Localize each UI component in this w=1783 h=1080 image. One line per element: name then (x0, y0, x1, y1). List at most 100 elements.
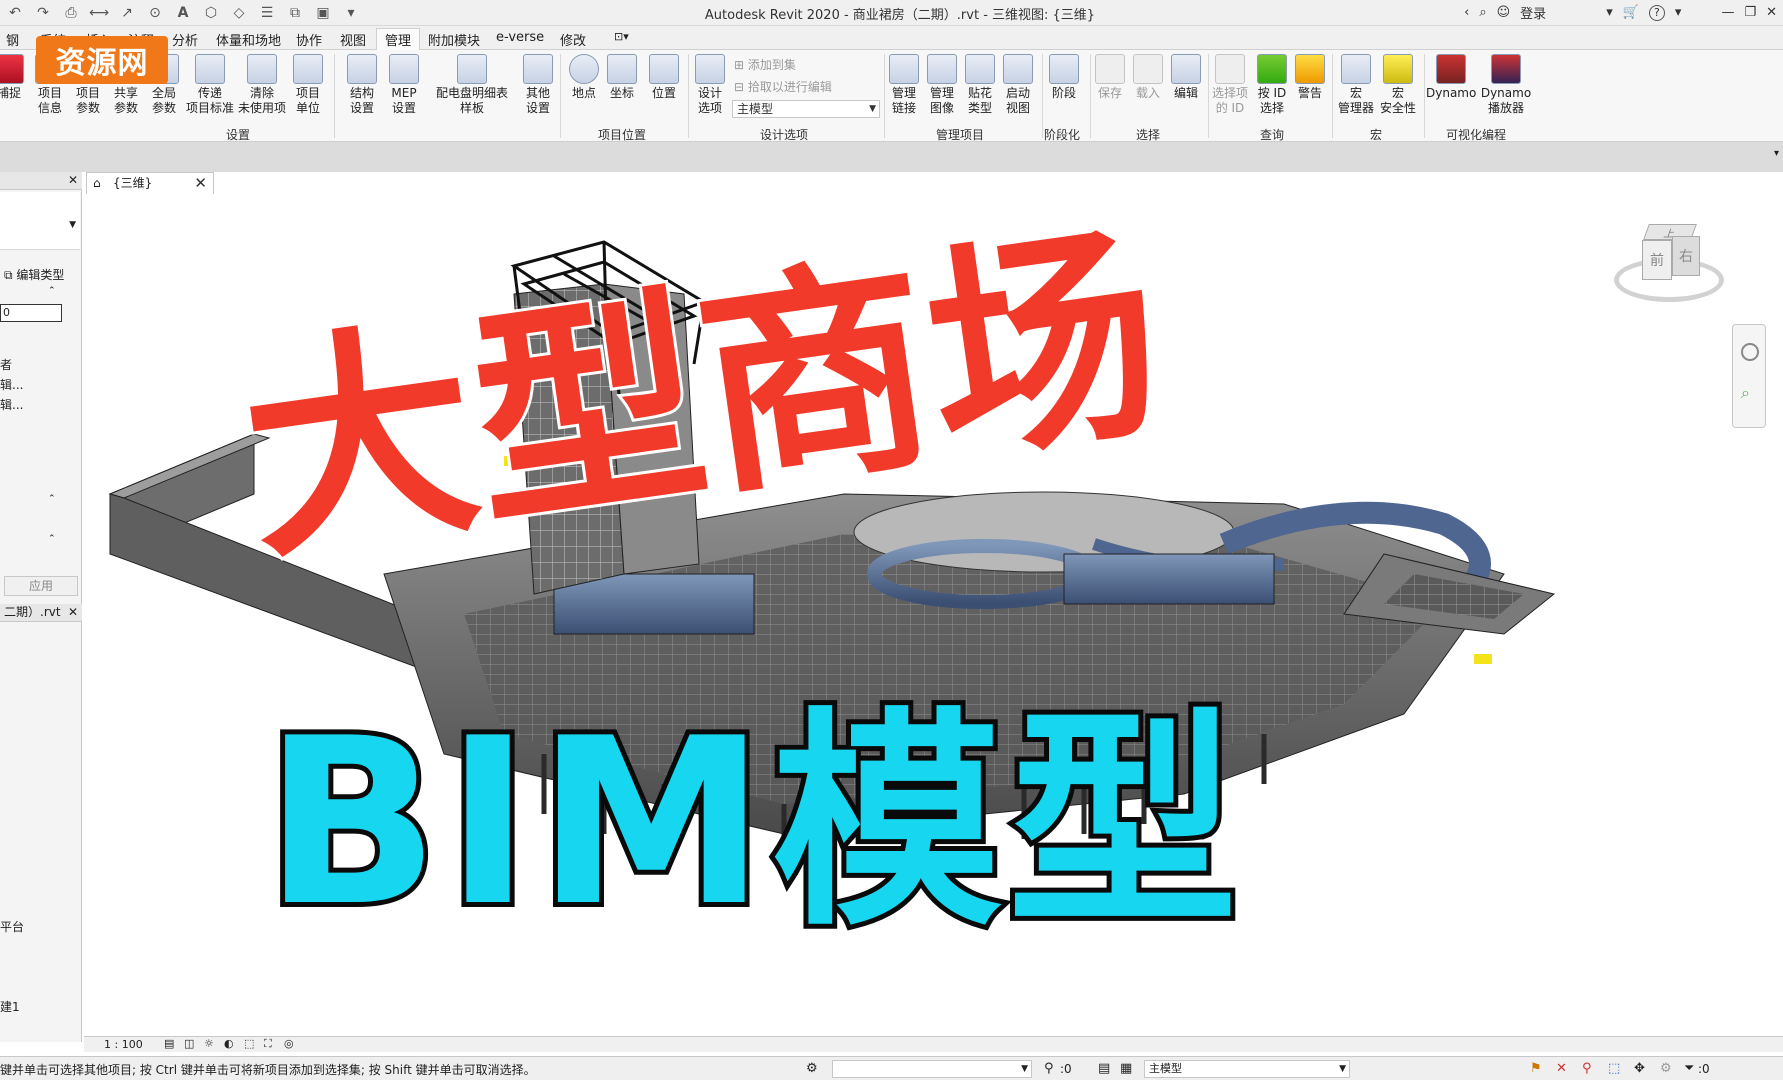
collapse-icon[interactable]: ⌃ (48, 534, 56, 544)
tab-addins[interactable]: 附加模块 (428, 30, 480, 49)
minimize-button[interactable]: — (1721, 5, 1734, 20)
login-link[interactable]: 登录 (1520, 3, 1546, 22)
filter-icon[interactable]: ⏷ (1684, 1061, 1694, 1076)
property-edit-c[interactable]: 辑... (0, 396, 23, 413)
property-value-a[interactable]: 者 (0, 356, 12, 373)
text-icon[interactable]: A (172, 3, 194, 23)
panel-toggle-icon[interactable]: ⊡▾ (614, 30, 629, 43)
print-icon[interactable]: ⎙ (60, 3, 82, 23)
tag-icon[interactable]: ⊙ (144, 3, 166, 23)
3d-view-icon[interactable]: ⬡ (200, 3, 222, 23)
close-icon[interactable]: ✕ (68, 172, 78, 189)
exclude-options-icon[interactable]: ▦ (1120, 1061, 1132, 1076)
edit-selection-button[interactable]: 编辑 (1168, 54, 1204, 101)
property-value-field[interactable]: 0 (0, 304, 62, 322)
user-icon[interactable]: ☺ (1497, 5, 1511, 20)
tab-everse[interactable]: e-verse (496, 30, 544, 45)
tab-analyze[interactable]: 分析 (172, 30, 198, 49)
coordinates-button[interactable]: 坐标 (604, 54, 640, 101)
location-button[interactable]: 地点 (566, 54, 602, 101)
load-selection-button[interactable]: 载入 (1130, 54, 1166, 101)
workset-dropdown[interactable]: ▼ (832, 1060, 1032, 1078)
measure-icon[interactable]: ⟷ (88, 3, 110, 23)
chevron-left-icon[interactable]: ‹ (1464, 5, 1469, 20)
close-button[interactable]: ✕ (1766, 5, 1777, 20)
select-pinned-icon[interactable]: ⚲ (1582, 1061, 1592, 1076)
select-underlay-icon[interactable]: ✕ (1556, 1061, 1567, 1076)
workset-icon[interactable]: ⚙ (806, 1061, 818, 1076)
panel-schedule-button[interactable]: 配电盘明细表 样板 (432, 54, 512, 116)
thin-lines-icon[interactable]: ☰ (256, 3, 278, 23)
close-hidden-icon[interactable]: ⧉ (284, 3, 306, 23)
property-edit-b[interactable]: 辑... (0, 376, 23, 393)
collapse-icon[interactable]: ⌃ (48, 494, 56, 504)
apply-button[interactable]: 应用 (4, 576, 78, 596)
steering-wheel-icon[interactable] (1741, 343, 1759, 361)
view-scale[interactable]: 1 : 100 (104, 1038, 143, 1051)
browser-item-2[interactable]: 建1 (0, 998, 20, 1015)
manage-images-button[interactable]: 管理 图像 (924, 54, 960, 116)
view-cube[interactable]: 上 前 右 (1614, 218, 1734, 308)
add-to-set-button[interactable]: ⊞ 添加到集 (734, 56, 796, 73)
detail-level-icon[interactable]: ▤ (164, 1037, 174, 1050)
other-settings-button[interactable]: 其他 设置 (520, 54, 556, 116)
crop-view-icon[interactable]: ⬚ (244, 1037, 254, 1050)
hide-isolate-icon[interactable]: ⛶ (264, 1037, 272, 1051)
design-option-dropdown[interactable]: 主模型 ▼ (732, 100, 880, 118)
close-icon[interactable]: ✕ (68, 604, 78, 621)
view-tab-3d[interactable]: ⌂ {三维} ✕ (86, 172, 214, 194)
tab-massing[interactable]: 体量和场地 (216, 30, 281, 49)
drag-on-selection-icon[interactable]: ✥ (1634, 1061, 1645, 1076)
switch-windows-icon[interactable]: ▣ (312, 3, 334, 23)
macro-security-button[interactable]: 宏 安全性 (1378, 54, 1418, 116)
purge-unused-button[interactable]: 清除 未使用项 (238, 54, 286, 116)
select-by-id-button[interactable]: 按 ID 选择 (1254, 54, 1290, 116)
section-icon[interactable]: ◇ (228, 3, 250, 23)
type-selector[interactable]: ▼ (0, 192, 80, 250)
snap-button[interactable]: 捕捉 (0, 54, 24, 101)
save-selection-button[interactable]: 保存 (1092, 54, 1128, 101)
dimension-icon[interactable]: ↗ (116, 3, 138, 23)
help-icon[interactable]: ? (1648, 4, 1665, 21)
help-dropdown-icon[interactable]: ▾ (1675, 5, 1682, 20)
reveal-hidden-icon[interactable]: ◎ (284, 1037, 294, 1050)
redo-icon[interactable]: ↷ (32, 3, 54, 23)
tab-collaborate[interactable]: 协作 (296, 30, 322, 49)
dropdown-icon[interactable]: ▾ (1606, 5, 1613, 20)
close-icon[interactable]: ✕ (194, 173, 207, 193)
decal-types-button[interactable]: 贴花 类型 (962, 54, 998, 116)
shadows-icon[interactable]: ◐ (224, 1037, 234, 1050)
cart-icon[interactable]: 🛒 (1623, 5, 1639, 20)
restore-button[interactable]: ❐ (1744, 5, 1756, 20)
background-processes-icon[interactable]: ⚙ (1660, 1061, 1672, 1076)
pick-to-edit-button[interactable]: ⊟ 拾取以进行编辑 (734, 78, 832, 95)
starting-view-button[interactable]: 启动 视图 (1000, 54, 1036, 116)
manage-links-button[interactable]: 管理 链接 (886, 54, 922, 116)
active-design-option[interactable]: 主模型 ▼ (1144, 1060, 1350, 1078)
design-options-button[interactable]: 设计 选项 (692, 54, 728, 116)
3d-viewport[interactable]: 大型商场 BIM模型 上 前 右 ⌕ (84, 194, 1783, 1036)
phases-button[interactable]: 阶段 (1046, 54, 1082, 101)
undo-icon[interactable]: ↶ (4, 3, 26, 23)
dynamo-player-button[interactable]: Dynamo 播放器 (1478, 54, 1534, 116)
tab-modify[interactable]: 修改 (560, 30, 586, 49)
macro-manager-button[interactable]: 宏 管理器 (1336, 54, 1376, 116)
tab-strip-menu-icon[interactable]: ▾ (1774, 148, 1779, 159)
design-options-status-icon[interactable]: ▤ (1098, 1061, 1110, 1076)
dynamo-button[interactable]: Dynamo (1426, 54, 1476, 101)
structural-settings-button[interactable]: 结构 设置 (344, 54, 380, 116)
browser-item-platform[interactable]: 平台 (0, 918, 24, 935)
visual-style-icon[interactable]: ◫ (184, 1037, 194, 1050)
select-by-face-icon[interactable]: ⬚ (1608, 1061, 1620, 1076)
sun-path-icon[interactable]: ☼ (204, 1037, 214, 1050)
binoculars-icon[interactable]: ⌕ (1479, 5, 1486, 20)
view-cube-right[interactable]: 右 (1672, 236, 1700, 276)
tab-steel[interactable]: 钢 (6, 30, 19, 49)
collapse-icon[interactable]: ⌃ (48, 286, 56, 296)
ids-of-selection-button[interactable]: 选择项 的 ID (1212, 54, 1248, 116)
mep-settings-button[interactable]: MEP 设置 (386, 54, 422, 116)
tab-view[interactable]: 视图 (340, 30, 366, 49)
select-links-icon[interactable]: ⚑ (1530, 1061, 1542, 1076)
tab-manage[interactable]: 管理 (376, 28, 421, 52)
position-button[interactable]: 位置 (646, 54, 682, 101)
